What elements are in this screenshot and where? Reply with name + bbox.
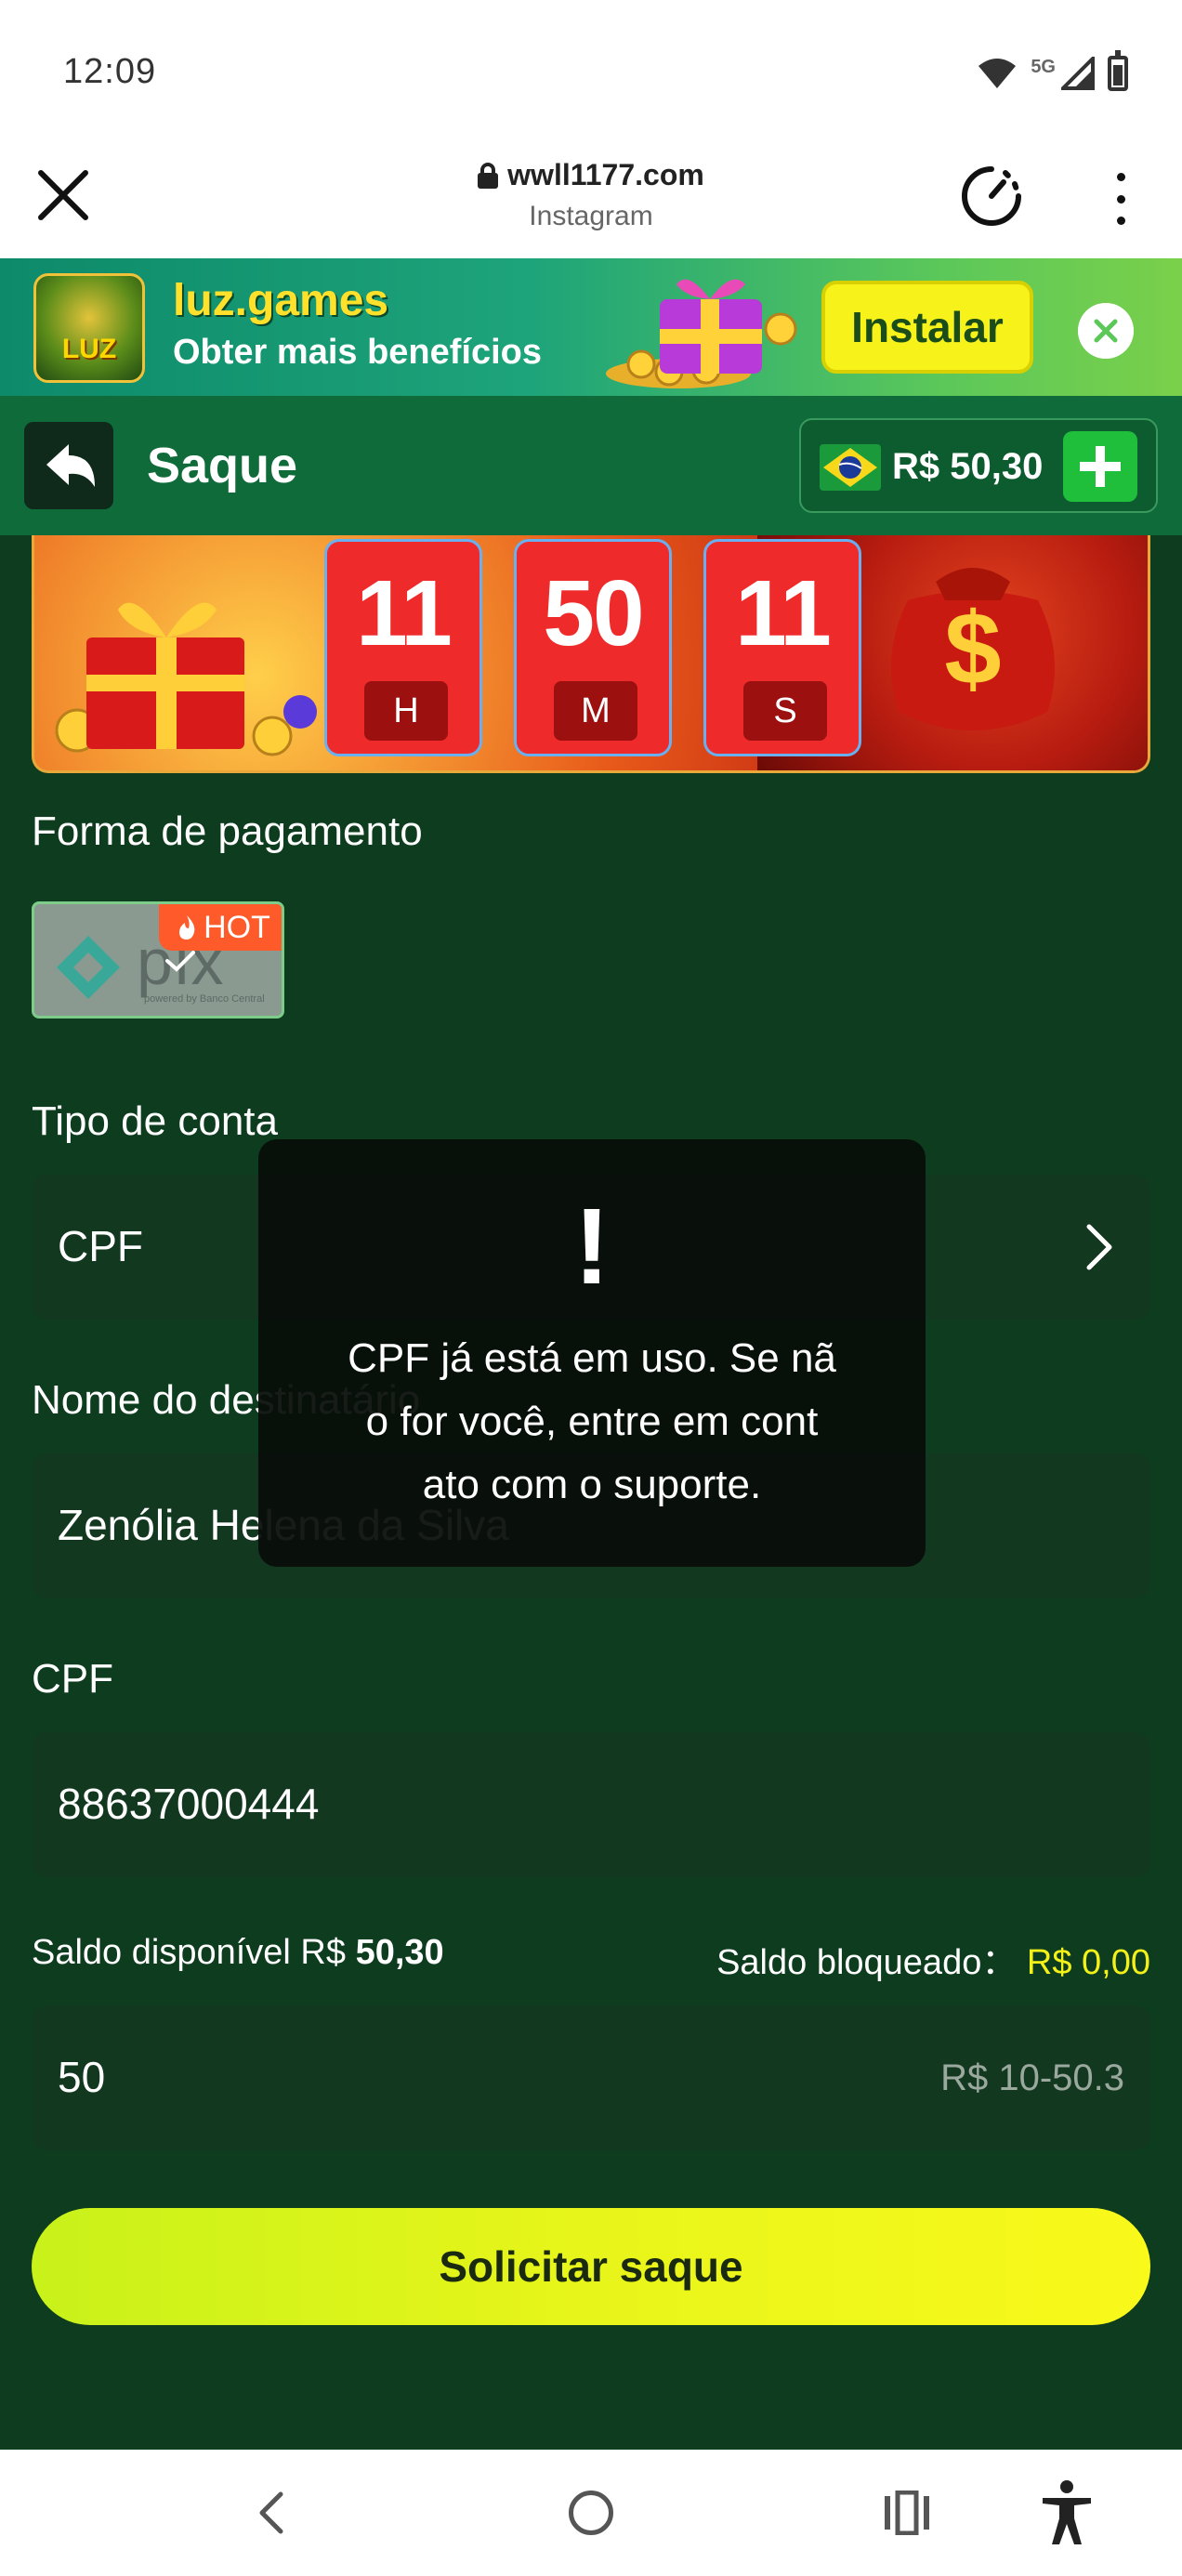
nav-back-icon[interactable]: [253, 2491, 290, 2535]
lock-icon: [478, 162, 499, 189]
nav-recents-icon[interactable]: [883, 2491, 931, 2535]
signal-icon: [1061, 57, 1095, 90]
hot-badge: HOT: [159, 904, 282, 951]
error-toast: ! CPF já está em uso. Se nã o for você, …: [258, 1139, 926, 1567]
wifi-icon: [978, 59, 1017, 88]
timer-hours: 11 H: [324, 539, 482, 756]
request-withdrawal-button[interactable]: Solicitar saque: [32, 2208, 1150, 2325]
amount-value: 50: [58, 2053, 106, 2101]
app-logo-text: LUZ: [61, 334, 117, 364]
balance-pill: R$ 50,30: [799, 418, 1158, 513]
back-arrow-icon[interactable]: [24, 422, 113, 509]
promo-banner[interactable]: $ 11 H 50 M 11 S: [32, 535, 1150, 773]
battery-icon: [1108, 50, 1128, 91]
timer-minutes-value: 50: [543, 561, 644, 665]
system-nav-bar: [0, 2450, 1182, 2576]
timer-minutes-unit: M: [554, 681, 637, 741]
banner-app-name: luz.games: [173, 276, 389, 325]
hot-badge-text: HOT: [204, 909, 270, 945]
status-icons: 5G: [977, 50, 1128, 91]
dismiss-banner-icon[interactable]: [1078, 303, 1134, 359]
status-time: 12:09: [63, 52, 157, 91]
toast-line-3: ato com o suporte.: [422, 1462, 762, 1507]
available-balance: Saldo disponível R$ 50,30: [32, 1933, 444, 1973]
network-type: 5G: [1031, 56, 1056, 77]
page-title: Saque: [147, 438, 298, 493]
gift-box-illustration: [55, 602, 317, 756]
accessibility-icon[interactable]: [1039, 2479, 1095, 2546]
speedometer-icon[interactable]: [959, 164, 1024, 229]
pix-logo-icon: [57, 936, 120, 999]
add-funds-button[interactable]: [1063, 431, 1137, 502]
available-balance-label: Saldo disponível R$: [32, 1933, 346, 1972]
cpf-field[interactable]: 88637000444: [32, 1732, 1150, 1877]
more-options-icon[interactable]: [1113, 173, 1128, 225]
flame-icon: [179, 915, 195, 940]
cpf-value: 88637000444: [58, 1780, 320, 1828]
svg-text:$: $: [944, 592, 1001, 706]
page: 12:09 5G wwll1177.com Instagram LUZ luz.…: [0, 0, 1182, 2576]
timer-seconds-unit: S: [743, 681, 827, 741]
cpf-label: CPF: [32, 1656, 113, 1702]
toast-line-1: CPF já está em uso. Se nã: [348, 1335, 836, 1381]
toast-message: CPF já está em uso. Se nã o for você, en…: [305, 1327, 879, 1517]
payment-option-pix[interactable]: pix powered by Banco Central HOT: [32, 901, 284, 1019]
amount-range-hint: R$ 10-50.3: [940, 2057, 1124, 2098]
app-header: Saque R$ 50,30: [0, 396, 1182, 535]
gift-coins-illustration: [606, 279, 797, 388]
balance-row: Saldo disponível R$ 50,30 Saldo bloquead…: [32, 1933, 1150, 1989]
brazil-flag-icon: [820, 444, 881, 491]
timer-hours-unit: H: [364, 681, 448, 741]
install-button[interactable]: Instalar: [821, 281, 1033, 374]
app-logo: LUZ: [33, 273, 145, 383]
toast-line-2: o for você, entre em cont: [365, 1399, 819, 1444]
timer-seconds: 11 S: [703, 539, 861, 756]
banner-tagline: Obter mais benefícios: [173, 333, 543, 372]
status-bar: 12:09 5G: [0, 0, 1182, 139]
pix-subtitle: powered by Banco Central: [144, 993, 265, 1005]
exclamation-icon: !: [573, 1186, 611, 1307]
timer-seconds-value: 11: [735, 561, 832, 665]
account-type-label: Tipo de conta: [32, 1098, 278, 1144]
blocked-balance: Saldo bloqueado： R$ 0,00: [716, 1933, 1150, 1984]
timer-minutes: 50 M: [514, 539, 672, 756]
header-balance: R$ 50,30: [892, 446, 1044, 487]
timer-hours-value: 11: [356, 561, 453, 665]
blocked-balance-value: R$ 0,00: [1026, 1943, 1150, 1982]
chevron-right-icon: [1086, 1224, 1112, 1270]
url-text: wwll1177.com: [507, 158, 704, 191]
account-type-value: CPF: [58, 1222, 143, 1270]
install-banner: LUZ luz.games Obter mais benefícios Inst…: [0, 258, 1182, 396]
payment-method-label: Forma de pagamento: [32, 808, 423, 854]
check-icon: [165, 951, 195, 972]
blocked-balance-label: Saldo bloqueado：: [716, 1943, 1018, 1982]
available-balance-value: 50,30: [355, 1933, 444, 1972]
money-bag-illustration: $: [891, 568, 1055, 730]
nav-home-icon[interactable]: [569, 2491, 613, 2535]
amount-field[interactable]: 50 R$ 10-50.3: [32, 2005, 1150, 2150]
browser-bar: wwll1177.com Instagram: [0, 139, 1182, 258]
